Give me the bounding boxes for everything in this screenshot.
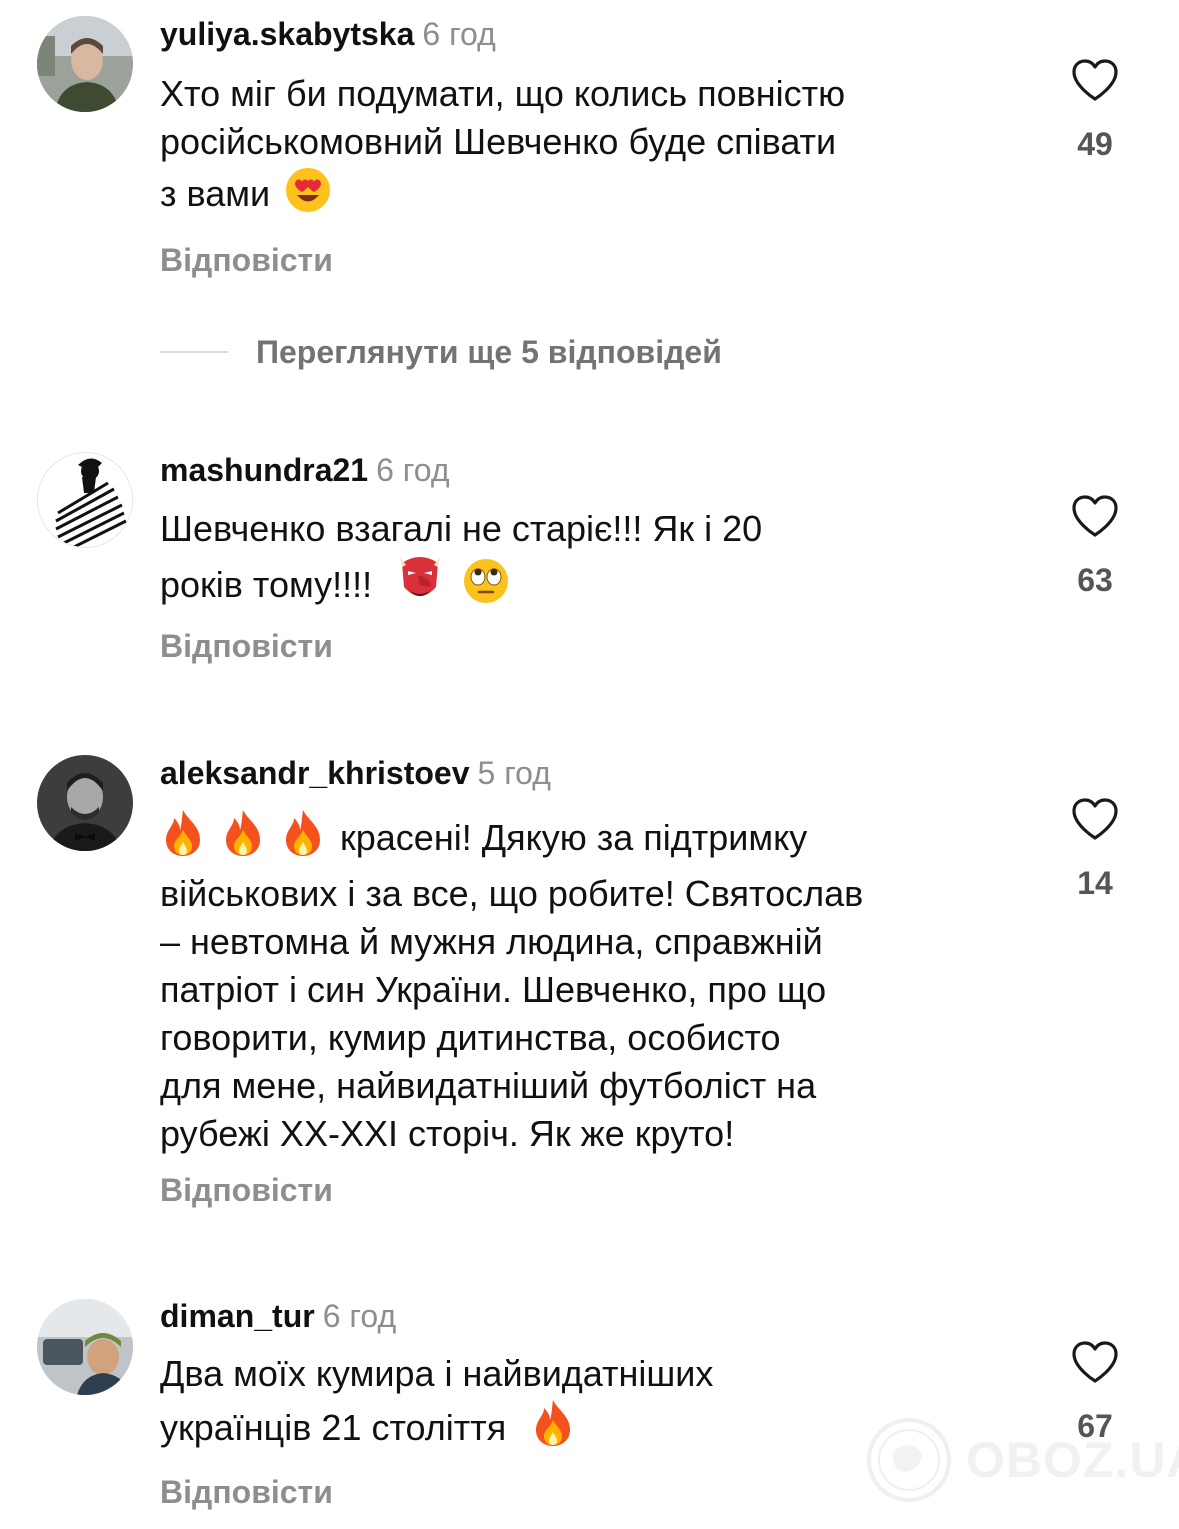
- comment-meta: diman_tur 6 год: [160, 1296, 396, 1336]
- fire-emoji: [280, 808, 326, 870]
- comment-meta: yuliya.skabytska 6 год: [160, 14, 496, 54]
- text-line: Два моїх кумира і найвидатніших: [160, 1353, 714, 1394]
- text-line: російськомовний Шевченко буде співати: [160, 121, 837, 162]
- heart-outline-icon[interactable]: [1071, 58, 1119, 102]
- avatar[interactable]: [37, 755, 133, 851]
- like-count: 63: [1077, 562, 1113, 598]
- comment-text: красені! Дякую за підтримку військових і…: [160, 808, 1030, 1158]
- comment-meta: aleksandr_khristoev 5 год: [160, 753, 551, 793]
- text-line: військових і за все, що робите! Святосла…: [160, 873, 864, 914]
- comment-text: Хто міг би подумати, що колись повністю …: [160, 70, 1030, 226]
- watermark-text: OBOZ.UA: [966, 1432, 1179, 1488]
- fire-emoji: [530, 1398, 576, 1460]
- timestamp: 6 год: [376, 452, 450, 488]
- avatar[interactable]: [37, 452, 133, 548]
- heart-outline-icon[interactable]: [1071, 1340, 1119, 1384]
- timestamp: 6 год: [422, 16, 496, 52]
- like-count: 49: [1077, 126, 1113, 162]
- text-line-with-emoji: красені! Дякую за підтримку: [160, 808, 1030, 870]
- avatar[interactable]: [37, 16, 133, 112]
- comment-meta: mashundra21 6 год: [160, 450, 450, 490]
- fire-emoji: [160, 808, 206, 870]
- like-count: 14: [1077, 865, 1113, 901]
- watermark: OBOZ.UA: [866, 1410, 1179, 1510]
- text-segment: років тому!!!!: [160, 564, 373, 605]
- reply-button[interactable]: Відповісти: [160, 1472, 333, 1512]
- text-segment: з вами: [160, 173, 271, 214]
- text-line: для мене, найвидатніший футболіст на: [160, 1065, 817, 1106]
- username[interactable]: mashundra21: [160, 452, 368, 488]
- reply-button[interactable]: Відповісти: [160, 1170, 333, 1210]
- text-line: говорити, кумир дитинства, особисто: [160, 1017, 781, 1058]
- username[interactable]: aleksandr_khristoev: [160, 755, 470, 791]
- text-segment: красені! Дякую за підтримку: [330, 817, 808, 858]
- heart-outline-icon[interactable]: [1071, 797, 1119, 841]
- fire-emoji: [220, 808, 266, 870]
- globe-logo-icon: [867, 1418, 951, 1502]
- comment-text: Шевченко взагалі не старіє!!! Як і 20 ро…: [160, 505, 1030, 617]
- reply-button[interactable]: Відповісти: [160, 240, 333, 280]
- view-more-replies-button[interactable]: Переглянути ще 5 відповідей: [160, 330, 722, 374]
- goblin-mask-emoji: [396, 553, 444, 617]
- text-line-with-emoji: з вами: [160, 166, 1030, 226]
- view-more-replies-label: Переглянути ще 5 відповідей: [256, 333, 722, 370]
- text-segment: українців 21 століття: [160, 1407, 507, 1448]
- eye-roll-emoji: [462, 557, 510, 617]
- username[interactable]: yuliya.skabytska: [160, 16, 414, 52]
- like-control: 49: [1062, 58, 1128, 164]
- divider-line: [160, 351, 228, 353]
- text-line: рубежі XX-XXI сторіч. Як же круто!: [160, 1113, 735, 1154]
- text-line: патріот і син України. Шевченко, про що: [160, 969, 827, 1010]
- like-control: 63: [1062, 494, 1128, 600]
- text-line: Хто міг би подумати, що колись повністю: [160, 73, 846, 114]
- heart-outline-icon[interactable]: [1071, 494, 1119, 538]
- text-line: Шевченко взагалі не старіє!!! Як і 20: [160, 508, 763, 549]
- reply-button[interactable]: Відповісти: [160, 626, 333, 666]
- timestamp: 5 год: [477, 755, 551, 791]
- timestamp: 6 год: [322, 1298, 397, 1334]
- text-line-with-emoji: років тому!!!!: [160, 553, 1030, 617]
- heart-eyes-emoji: [284, 166, 332, 226]
- like-control: 14: [1062, 797, 1128, 903]
- text-line: – невтомна й мужня людина, справжній: [160, 921, 823, 962]
- username[interactable]: diman_tur: [160, 1298, 315, 1334]
- avatar[interactable]: [37, 1299, 133, 1395]
